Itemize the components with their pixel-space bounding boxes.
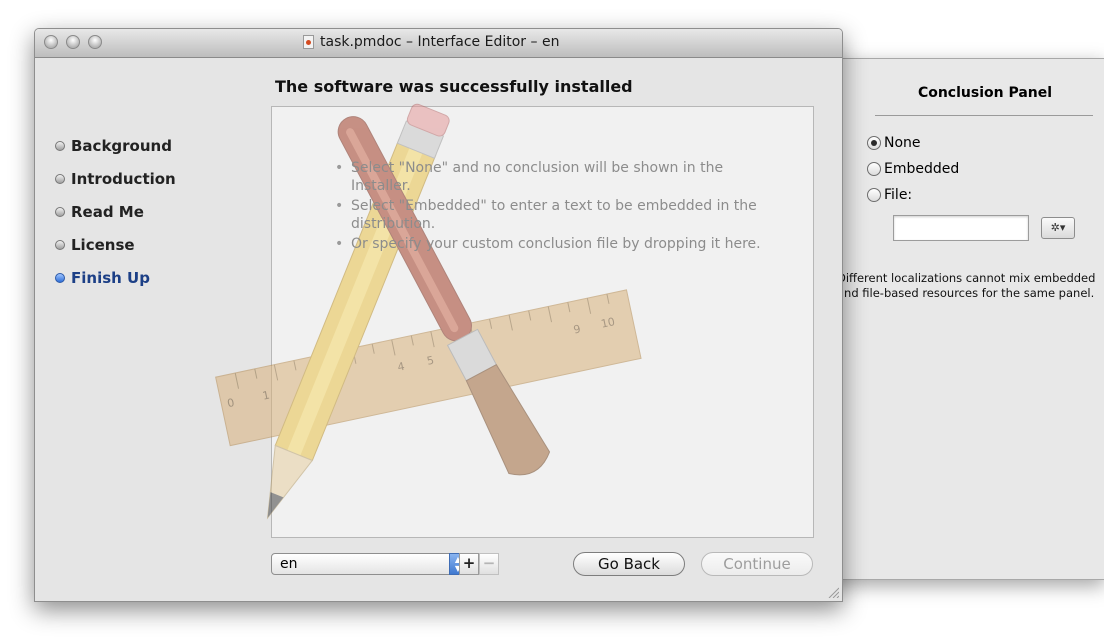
resize-grip-icon[interactable] — [827, 586, 839, 598]
instruction-item: Select "None" and no conclusion will be … — [333, 159, 773, 195]
step-label: Background — [71, 136, 172, 155]
window-title: task.pmdoc – Interface Editor – en — [303, 34, 559, 50]
language-popup[interactable]: en ▲ ▼ — [271, 553, 467, 575]
radio-embedded-button[interactable] — [867, 162, 881, 176]
instructions-list: Select "None" and no conclusion will be … — [333, 159, 773, 255]
instruction-item: Select "Embedded" to enter a text to be … — [333, 197, 773, 233]
radio-file-button[interactable] — [867, 188, 881, 202]
inspector-title: Conclusion Panel — [917, 85, 1053, 101]
inspector-panel: Conclusion Panel None Embedded File: ✲▾ … — [826, 58, 1104, 580]
remove-language-button[interactable]: − — [479, 553, 499, 575]
radio-none[interactable]: None — [867, 135, 921, 151]
continue-button[interactable]: Continue — [701, 552, 813, 576]
interface-editor-window: task.pmdoc – Interface Editor – en The s… — [34, 28, 843, 602]
step-background[interactable]: Background — [55, 129, 176, 162]
step-bullet-icon — [55, 272, 65, 283]
ruler-number: 0 — [226, 396, 236, 410]
radio-embedded-label: Embedded — [884, 161, 960, 177]
add-language-button[interactable]: + — [459, 553, 479, 575]
radio-file-label: File: — [884, 187, 913, 203]
radio-none-button[interactable] — [867, 136, 881, 150]
step-label: Finish Up — [71, 268, 150, 287]
step-read-me[interactable]: Read Me — [55, 195, 176, 228]
radio-embedded[interactable]: Embedded — [867, 161, 959, 177]
title-bar[interactable]: task.pmdoc – Interface Editor – en — [35, 29, 842, 58]
step-bullet-icon — [55, 173, 65, 184]
gear-icon[interactable]: ✲▾ — [1041, 217, 1075, 239]
document-icon — [303, 35, 314, 49]
language-value: en — [280, 556, 298, 572]
installer-steps: Background Introduction Read Me License … — [55, 129, 176, 294]
file-path-field[interactable] — [893, 215, 1029, 241]
window-title-text: task.pmdoc – Interface Editor – en — [320, 34, 560, 50]
step-introduction[interactable]: Introduction — [55, 162, 176, 195]
localization-note: Different localizations cannot mix embed… — [837, 271, 1096, 300]
step-label: Read Me — [71, 202, 144, 221]
ruler-number: 1 — [261, 389, 271, 403]
radio-none-label: None — [884, 135, 921, 151]
instruction-item: Or specify your custom conclusion file b… — [333, 235, 773, 253]
step-label: Introduction — [71, 169, 176, 188]
step-finish-up[interactable]: Finish Up — [55, 261, 176, 294]
step-bullet-icon — [55, 140, 65, 151]
step-bullet-icon — [55, 206, 65, 217]
inspector-divider — [875, 115, 1093, 116]
minimize-window-icon[interactable] — [66, 35, 80, 49]
page-title: The software was successfully installed — [275, 77, 633, 96]
zoom-window-icon[interactable] — [88, 35, 102, 49]
step-license[interactable]: License — [55, 228, 176, 261]
go-back-button[interactable]: Go Back — [573, 552, 685, 576]
close-window-icon[interactable] — [44, 35, 58, 49]
radio-file[interactable]: File: — [867, 187, 912, 203]
step-bullet-icon — [55, 239, 65, 250]
step-label: License — [71, 235, 135, 254]
